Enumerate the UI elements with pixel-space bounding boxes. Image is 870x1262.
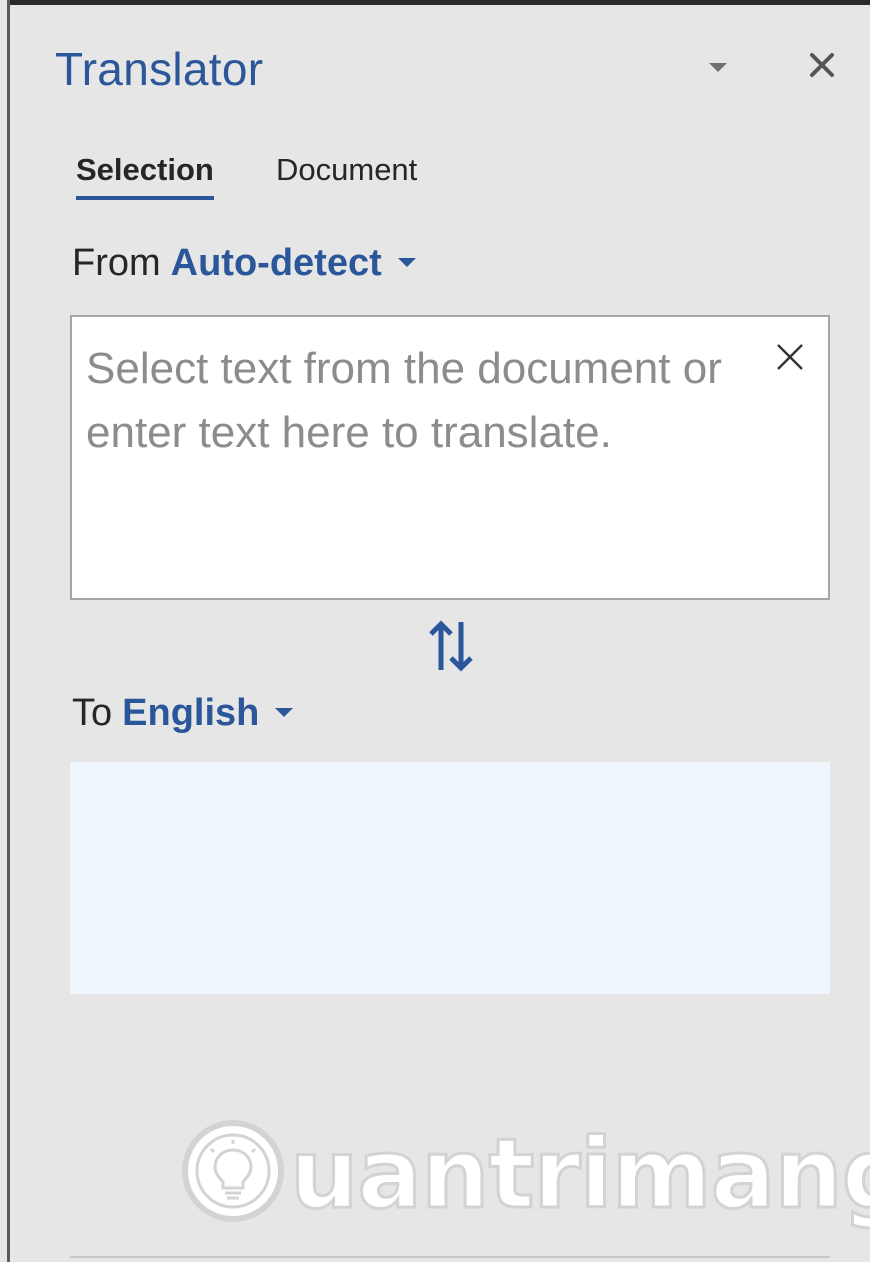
tab-selection[interactable]: Selection [76,152,214,200]
pane-resize-edge[interactable] [0,0,10,1262]
divider [70,1256,830,1258]
translator-pane: Translator Selection Document From Auto-d… [0,0,870,1262]
source-text-input[interactable] [86,337,756,577]
from-label: From [72,242,161,284]
to-language-value: English [122,692,260,734]
chevron-down-icon [709,63,727,72]
chevron-down-icon [397,257,416,267]
clear-text-button[interactable] [772,339,808,375]
close-icon [777,344,803,370]
pane-options-button[interactable] [703,56,733,76]
pane-title: Translator [55,43,264,95]
chevron-down-icon [275,707,294,717]
translation-output-box[interactable] [70,762,830,994]
source-text-box [70,315,830,600]
watermark: uantrimang [178,1110,870,1240]
from-language-dropdown[interactable]: Auto-detect [171,242,418,284]
to-language-dropdown[interactable]: English [122,692,295,734]
pane-close-button[interactable] [805,48,839,82]
window-top-border [0,0,870,5]
lightbulb-icon [182,1120,284,1222]
from-language-row: From Auto-detect [72,242,418,285]
watermark-text: uantrimang [288,1117,870,1232]
from-language-value: Auto-detect [170,242,382,284]
tab-document[interactable]: Document [276,152,417,196]
pane-header: Translator [55,42,845,102]
close-icon [810,53,834,77]
swap-languages-button[interactable] [425,616,477,676]
to-label: To [72,692,113,734]
to-language-row: To English [72,692,295,735]
swap-vertical-icon [429,620,473,672]
